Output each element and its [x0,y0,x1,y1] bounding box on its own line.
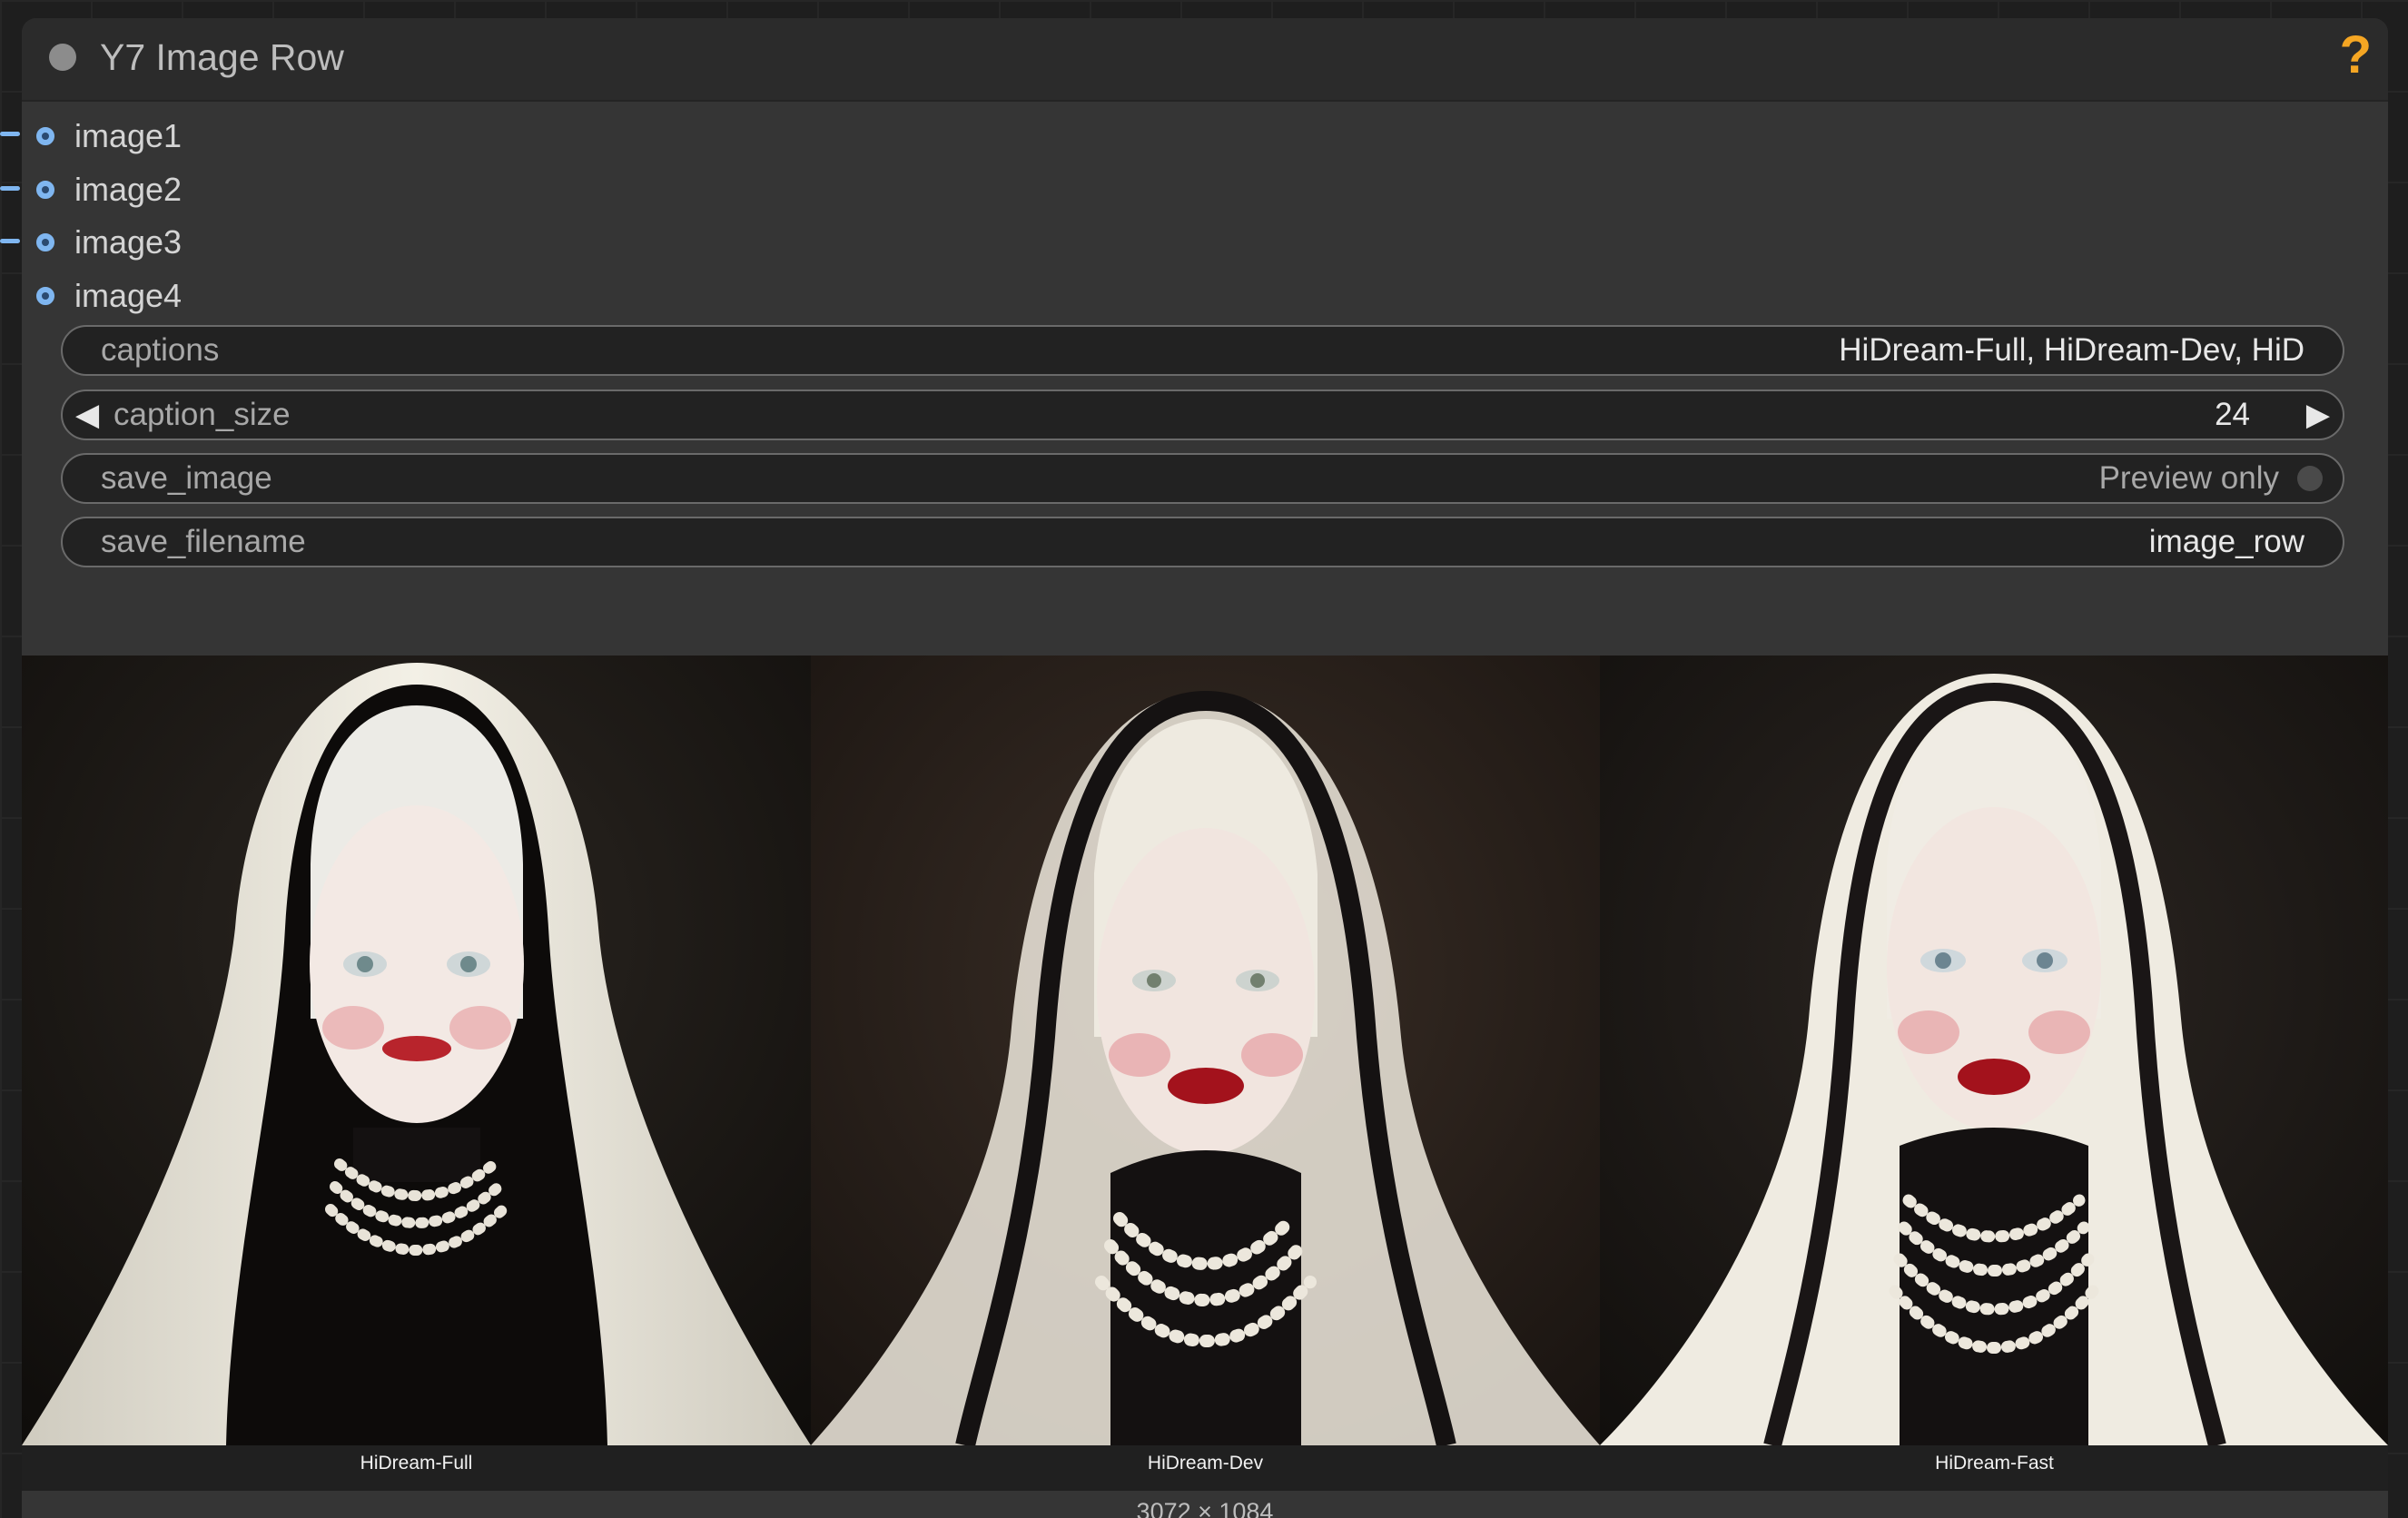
portrait-image-2 [811,656,1600,1445]
node-header[interactable]: Y7 Image Row ? [22,18,2388,102]
caption-size-stepper[interactable]: ◀ caption_size 24 ▶ [61,389,2344,440]
save-filename-label: save_filename [101,524,306,559]
caption-size-value: 24 [2215,397,2250,432]
input-slot-image3[interactable]: image3 [36,223,183,261]
save-image-toggle[interactable]: save_image Preview only [61,453,2344,504]
slot-label: image4 [74,277,183,314]
image-row-preview[interactable] [22,656,2388,1445]
slot-connector-icon[interactable] [36,287,54,305]
slot-label: image1 [74,117,183,154]
increment-arrow-icon[interactable]: ▶ [2306,391,2330,439]
image-captions: HiDream-Full HiDream-Dev HiDream-Fast [22,1445,2388,1491]
save-image-value: Preview only [2098,460,2279,496]
help-icon[interactable]: ? [2340,24,2372,87]
portrait-image-1 [22,656,811,1445]
save-filename-field[interactable]: save_filename image_row [61,517,2344,567]
slot-label: image2 [74,171,183,208]
decrement-arrow-icon[interactable]: ◀ [75,391,99,439]
image-caption-1: HiDream-Full [360,1453,473,1474]
input-slot-image2[interactable]: image2 [36,171,183,208]
input-wire-1 [0,132,20,136]
preview-image-2 [811,656,1600,1445]
image-caption-3: HiDream-Fast [1935,1453,2054,1474]
captions-value: HiDream-Full, HiDream-Dev, HiD [1839,332,2304,368]
slot-connector-icon[interactable] [36,127,54,145]
preview-image-3 [1600,656,2388,1445]
caption-size-label: caption_size [113,397,291,432]
slot-connector-icon[interactable] [36,233,54,251]
input-wire-3 [0,239,20,243]
save-filename-value: image_row [2148,524,2304,559]
input-wire-2 [0,186,20,191]
node-title: Y7 Image Row [100,36,344,78]
slot-label: image3 [74,223,183,261]
captions-field[interactable]: captions HiDream-Full, HiDream-Dev, HiD [61,325,2344,376]
image-caption-2: HiDream-Dev [1147,1453,1264,1474]
input-slot-image4[interactable]: image4 [36,277,183,314]
captions-label: captions [101,332,220,368]
image-row-node[interactable]: Y7 Image Row ? image1 image2 image3 imag… [22,18,2388,1518]
slot-connector-icon[interactable] [36,181,54,199]
preview-image-1 [22,656,811,1445]
input-slot-image1[interactable]: image1 [36,117,183,154]
output-dimensions: 3072 × 1084 [22,1491,2388,1518]
save-image-label: save_image [101,460,272,496]
toggle-switch-icon[interactable] [2297,466,2323,491]
collapse-dot-icon[interactable] [49,44,76,71]
portrait-image-3 [1600,656,2388,1445]
